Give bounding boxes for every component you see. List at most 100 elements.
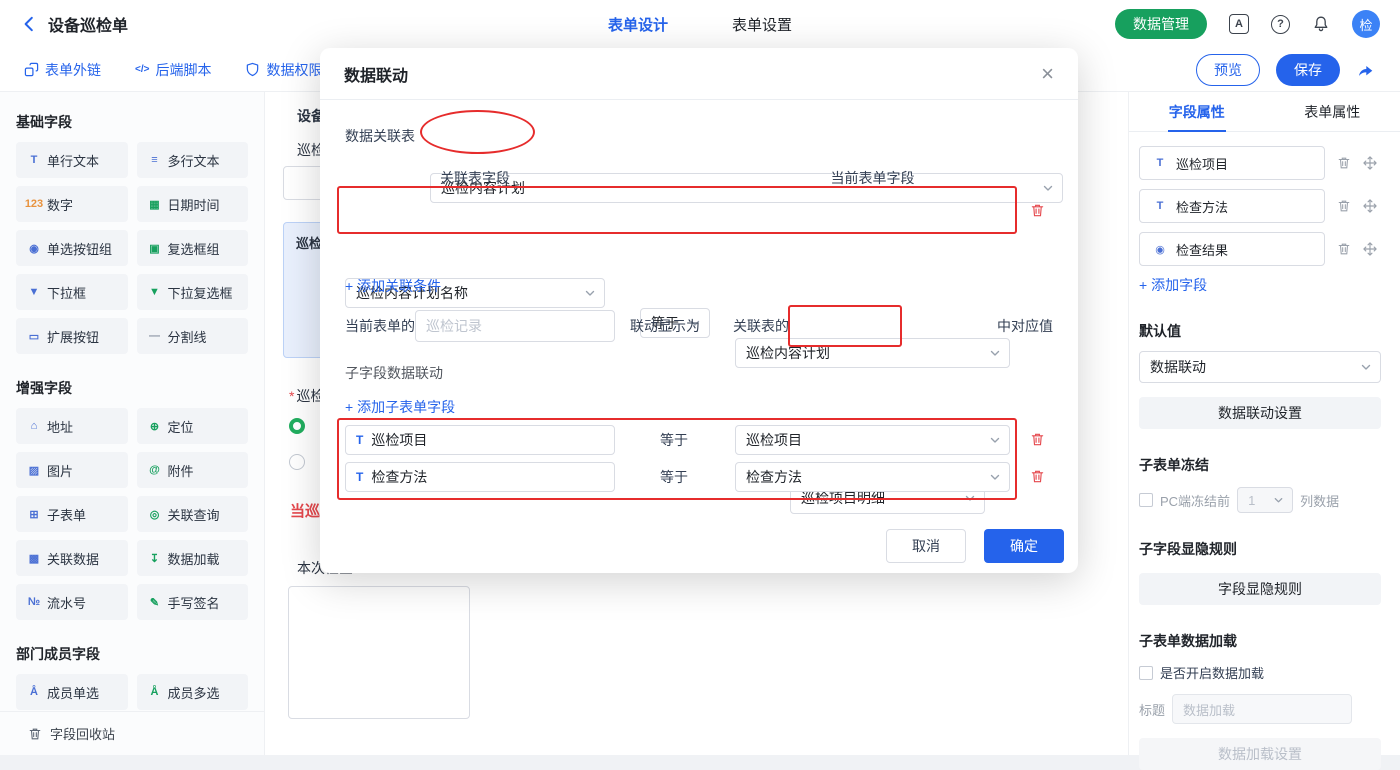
sidebar-field-button[interactable]: Å 成员单选 — [16, 674, 128, 710]
back-button[interactable] — [20, 15, 38, 33]
subfield-item[interactable]: T 巡检项目 — [1139, 146, 1325, 180]
delete-field-icon[interactable] — [1337, 199, 1351, 213]
data-load-checkbox[interactable] — [1139, 666, 1153, 680]
tab-form-settings[interactable]: 表单设置 — [732, 14, 792, 35]
field-label: 成员单选 — [47, 683, 99, 702]
cancel-button[interactable]: 取消 — [886, 529, 966, 563]
sidebar-field-button[interactable]: ⊞ 子表单 — [16, 496, 128, 532]
sidebar-field-button[interactable]: ≡ 多行文本 — [137, 142, 249, 178]
toolbar-item-backend-script[interactable]: </> 后端脚本 — [135, 60, 211, 80]
sidebar-field-button[interactable]: ▨ 图片 — [16, 452, 128, 488]
operator-label: 等于 — [660, 425, 688, 455]
field-label: 下拉复选框 — [168, 283, 233, 302]
current-field-input[interactable] — [415, 310, 615, 342]
subfield-item[interactable]: T 检查方法 — [1139, 189, 1325, 223]
field-type-icon: Å — [145, 686, 165, 698]
confirm-button[interactable]: 确定 — [984, 529, 1064, 563]
visibility-rules-button[interactable]: 字段显隐规则 — [1139, 573, 1381, 605]
language-icon[interactable]: A — [1229, 14, 1249, 34]
sidebar-field-button[interactable]: ⌂ 地址 — [16, 408, 128, 444]
move-field-icon[interactable] — [1363, 156, 1377, 170]
sidebar-field-button[interactable]: ▣ 复选框组 — [137, 230, 249, 266]
sidebar-field-button[interactable]: ▼ 下拉复选框 — [137, 274, 249, 310]
field-type-icon: ⌂ — [24, 420, 44, 432]
preview-button[interactable]: 预览 — [1196, 54, 1260, 86]
tab-field-properties[interactable]: 字段属性 — [1129, 92, 1265, 131]
subfield-source-box[interactable]: T 检查方法 — [345, 462, 615, 492]
avatar[interactable]: 检 — [1352, 10, 1380, 38]
sidebar-field-button[interactable]: ▦ 日期时间 — [137, 186, 249, 222]
subfield-target-value: 巡检项目 — [746, 430, 802, 450]
text-field-icon: T — [356, 433, 363, 447]
data-load-settings-button[interactable]: 数据加载设置 — [1139, 738, 1381, 770]
map-row-suffix: 中对应值 — [997, 310, 1053, 342]
sidebar-field-button[interactable]: ◉ 单选按钮组 — [16, 230, 128, 266]
canvas-image-upload-box[interactable] — [288, 586, 470, 719]
sidebar-field-button[interactable]: — 分割线 — [137, 318, 249, 354]
code-icon: </> — [135, 64, 149, 75]
toolbar-item-external-link[interactable]: 表单外链 — [24, 60, 101, 80]
field-label: 单行文本 — [47, 151, 99, 170]
toolbar-label: 数据权限 — [266, 60, 322, 80]
subfield-linkage-row: T 检查方法 等于 检查方法 — [320, 462, 1078, 492]
subfield-target-select[interactable]: 巡检项目 — [735, 425, 1010, 455]
field-type-icon: ▼ — [24, 286, 44, 298]
move-field-icon[interactable] — [1363, 242, 1377, 256]
move-field-icon[interactable] — [1363, 199, 1377, 213]
radio-option-unselected[interactable] — [289, 454, 305, 470]
sidebar-field-button[interactable]: ◎ 关联查询 — [137, 496, 249, 532]
sidebar-field-button[interactable]: № 流水号 — [16, 584, 128, 620]
radio-option-selected[interactable] — [289, 418, 305, 434]
delete-subfield-icon[interactable] — [1030, 469, 1045, 484]
sidebar-field-button[interactable]: 123 数字 — [16, 186, 128, 222]
delete-field-icon[interactable] — [1337, 156, 1351, 170]
sidebar-field-button[interactable]: ⊕ 定位 — [137, 408, 249, 444]
freeze-checkbox[interactable] — [1139, 493, 1153, 507]
recycle-bin[interactable]: 字段回收站 — [0, 711, 264, 755]
recycle-bin-label: 字段回收站 — [50, 724, 115, 743]
column-header-right: 当前表单字段 — [735, 168, 1010, 188]
field-label: 定位 — [168, 417, 194, 436]
delete-field-icon[interactable] — [1337, 242, 1351, 256]
sidebar-field-button[interactable]: ▩ 关联数据 — [16, 540, 128, 576]
sidebar-field-button[interactable]: ▼ 下拉框 — [16, 274, 128, 310]
share-icon[interactable] — [1356, 60, 1376, 80]
data-management-button[interactable]: 数据管理 — [1115, 9, 1207, 39]
sidebar-field-button[interactable]: ▭ 扩展按钮 — [16, 318, 128, 354]
tab-form-design[interactable]: 表单设计 — [608, 14, 668, 35]
map-row-prefix: 当前表单的 — [345, 310, 415, 342]
add-field-link[interactable]: + 添加字段 — [1139, 275, 1378, 295]
field-label: 复选框组 — [168, 239, 220, 258]
sidebar-field-button[interactable]: ↧ 数据加载 — [137, 540, 249, 576]
linkage-settings-button[interactable]: 数据联动设置 — [1139, 397, 1381, 429]
save-button[interactable]: 保存 — [1276, 54, 1340, 86]
sidebar-field-button[interactable]: @ 附件 — [137, 452, 249, 488]
sidebar-field-button[interactable]: ✎ 手写签名 — [137, 584, 249, 620]
default-value-select[interactable]: 数据联动 — [1139, 351, 1381, 383]
data-load-title-input[interactable]: 数据加载 — [1172, 694, 1352, 724]
tab-form-properties[interactable]: 表单属性 — [1265, 92, 1400, 131]
tab-label: 表单属性 — [1304, 102, 1360, 122]
subfield-source-box[interactable]: T 巡检项目 — [345, 425, 615, 455]
delete-condition-icon[interactable] — [1030, 203, 1045, 218]
chevron-down-icon — [1273, 495, 1284, 506]
field-label: 关联数据 — [47, 549, 99, 568]
condition-target-select[interactable]: 巡检内容计划 — [735, 338, 1010, 368]
chevron-down-icon — [989, 471, 1001, 483]
close-icon[interactable]: × — [1041, 63, 1054, 85]
freeze-count-select[interactable]: 1 — [1237, 487, 1293, 513]
delete-subfield-icon[interactable] — [1030, 432, 1045, 447]
subfield-row: T 巡检项目 — [1139, 146, 1378, 180]
sidebar-field-button[interactable]: Å 成员多选 — [137, 674, 249, 710]
subfield-item[interactable]: ◉ 检查结果 — [1139, 232, 1325, 266]
help-icon[interactable]: ? — [1271, 15, 1290, 34]
toolbar-item-data-permission[interactable]: 数据权限 — [245, 60, 322, 80]
data-load-label: 是否开启数据加载 — [1160, 663, 1264, 682]
add-subfield-link[interactable]: + 添加子表单字段 — [345, 397, 455, 417]
visibility-rules-title: 子字段显隐规则 — [1139, 539, 1378, 559]
sidebar-field-button[interactable]: T 单行文本 — [16, 142, 128, 178]
subfield-target-select[interactable]: 检查方法 — [735, 462, 1010, 492]
field-type-icon: ≡ — [145, 154, 165, 166]
add-condition-link[interactable]: + 添加关联条件 — [345, 276, 441, 296]
notification-bell-icon[interactable] — [1312, 15, 1330, 33]
